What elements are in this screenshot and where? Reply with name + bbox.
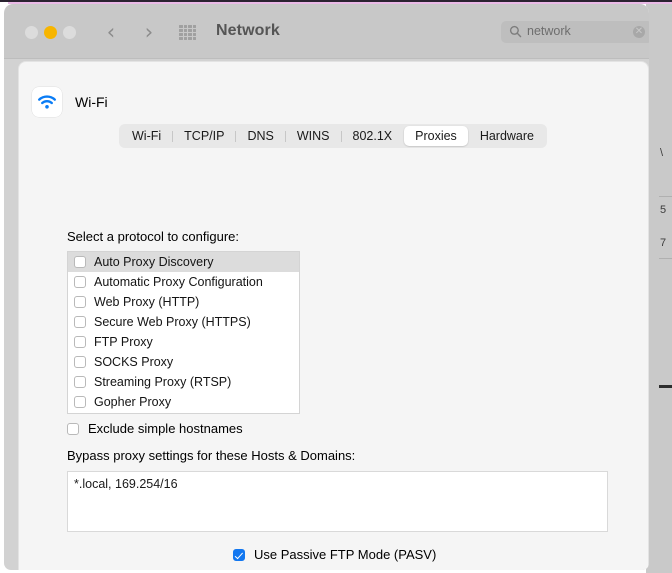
wifi-icon xyxy=(32,87,62,117)
protocol-row-socks-proxy[interactable]: SOCKS Proxy xyxy=(68,352,299,372)
search-input[interactable]: network xyxy=(527,24,571,38)
proxies-sheet: Wi-Fi Wi-Fi TCP/IP DNS WINS 802.1X Proxi… xyxy=(18,61,649,570)
protocol-row-auto-proxy-discovery[interactable]: Auto Proxy Discovery xyxy=(68,252,299,272)
protocol-checkbox[interactable] xyxy=(74,356,86,368)
protocol-label: Automatic Proxy Configuration xyxy=(94,275,263,289)
protocol-label: Auto Proxy Discovery xyxy=(94,255,214,269)
background-sliver-divider-2 xyxy=(659,258,672,259)
background-sliver-bar xyxy=(659,385,672,388)
tab-8021x[interactable]: 802.1X xyxy=(342,126,404,146)
protocol-label: Gopher Proxy xyxy=(94,395,172,409)
network-preferences-window: ‹ › Network network ✕ Wi-Fi Wi-Fi TCP/IP… xyxy=(4,4,649,570)
close-button[interactable] xyxy=(25,26,38,39)
background-sliver-glyph-2: 5 xyxy=(660,205,667,216)
minimize-button[interactable] xyxy=(44,26,57,39)
protocol-label: FTP Proxy xyxy=(94,335,153,349)
background-sliver-divider-1 xyxy=(659,196,672,197)
passive-ftp-label: Use Passive FTP Mode (PASV) xyxy=(254,547,437,562)
tab-bar: Wi-Fi TCP/IP DNS WINS 802.1X Proxies Har… xyxy=(119,124,547,148)
zoom-button[interactable] xyxy=(63,26,76,39)
bypass-textarea[interactable]: *.local, 169.254/16 xyxy=(67,471,608,532)
protocol-checkbox[interactable] xyxy=(74,296,86,308)
protocol-label: Secure Web Proxy (HTTPS) xyxy=(94,315,251,329)
background-sliver-glyph-1: \ xyxy=(660,148,664,159)
search-icon xyxy=(509,25,522,38)
protocol-row-secure-web-proxy-https[interactable]: Secure Web Proxy (HTTPS) xyxy=(68,312,299,332)
bypass-label: Bypass proxy settings for these Hosts & … xyxy=(67,448,356,463)
passive-ftp-checkbox[interactable] xyxy=(233,548,245,561)
passive-ftp-row[interactable]: Use Passive FTP Mode (PASV) xyxy=(233,547,436,562)
tab-hardware[interactable]: Hardware xyxy=(469,126,545,146)
tab-tcpip[interactable]: TCP/IP xyxy=(173,126,235,146)
forward-button[interactable]: › xyxy=(138,19,160,45)
protocol-checkbox[interactable] xyxy=(74,396,86,408)
protocol-row-automatic-proxy-configuration[interactable]: Automatic Proxy Configuration xyxy=(68,272,299,292)
protocol-checkbox[interactable] xyxy=(74,316,86,328)
bypass-textarea-value: *.local, 169.254/16 xyxy=(74,477,178,491)
protocol-row-ftp-proxy[interactable]: FTP Proxy xyxy=(68,332,299,352)
exclude-simple-hostnames-label: Exclude simple hostnames xyxy=(88,421,243,436)
exclude-simple-hostnames-row[interactable]: Exclude simple hostnames xyxy=(67,421,243,436)
background-sliver-glyph-3: 7 xyxy=(660,238,667,249)
back-button[interactable]: ‹ xyxy=(100,19,122,45)
clear-icon[interactable]: ✕ xyxy=(633,26,645,38)
show-all-grid-icon[interactable] xyxy=(179,25,196,40)
tab-dns[interactable]: DNS xyxy=(236,126,284,146)
tab-wifi[interactable]: Wi-Fi xyxy=(121,126,172,146)
protocol-prompt-label: Select a protocol to configure: xyxy=(67,229,239,244)
tab-wins[interactable]: WINS xyxy=(286,126,341,146)
search-field[interactable]: network ✕ xyxy=(501,21,649,43)
tab-proxies[interactable]: Proxies xyxy=(404,126,468,146)
protocol-checkbox[interactable] xyxy=(74,256,86,268)
protocol-checkbox[interactable] xyxy=(74,376,86,388)
background-window[interactable] xyxy=(646,4,672,573)
screen: \ 5 7 ‹ › Network network ✕ Wi-Fi Wi-Fi … xyxy=(0,0,672,573)
page-title: Network xyxy=(216,22,280,39)
protocol-label: Streaming Proxy (RTSP) xyxy=(94,375,232,389)
protocol-checkbox[interactable] xyxy=(74,276,86,288)
service-header: Wi-Fi xyxy=(32,87,108,117)
protocol-row-streaming-proxy-rtsp[interactable]: Streaming Proxy (RTSP) xyxy=(68,372,299,392)
protocol-row-gopher-proxy[interactable]: Gopher Proxy xyxy=(68,392,299,412)
protocol-checkbox[interactable] xyxy=(74,336,86,348)
protocol-row-web-proxy-http[interactable]: Web Proxy (HTTP) xyxy=(68,292,299,312)
window-toolbar: ‹ › Network network ✕ xyxy=(4,4,649,59)
service-name: Wi-Fi xyxy=(75,94,108,110)
exclude-simple-hostnames-checkbox[interactable] xyxy=(67,422,79,435)
protocol-label: SOCKS Proxy xyxy=(94,355,174,369)
protocol-list[interactable]: Auto Proxy Discovery Automatic Proxy Con… xyxy=(67,251,300,414)
protocol-label: Web Proxy (HTTP) xyxy=(94,295,200,309)
